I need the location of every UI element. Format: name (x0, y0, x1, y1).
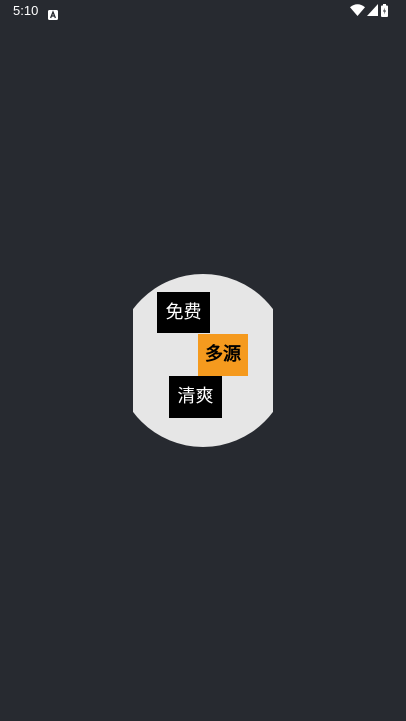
wifi-icon (350, 4, 365, 17)
status-icons (350, 4, 394, 18)
a-badge-icon (48, 5, 58, 20)
battery-icon (381, 4, 388, 17)
tag-multi-source: 多源 (198, 334, 248, 376)
tag-clean: 清爽 (169, 376, 222, 418)
tag-free: 免费 (157, 292, 210, 333)
status-time: 5:10 (13, 3, 39, 18)
tag-free-label: 免费 (165, 301, 202, 323)
tag-clean-label: 清爽 (177, 386, 214, 407)
status-bar: 5:10 (0, 0, 406, 24)
cell-signal-icon (367, 4, 378, 16)
tag-multi-source-label: 多源 (205, 344, 241, 365)
